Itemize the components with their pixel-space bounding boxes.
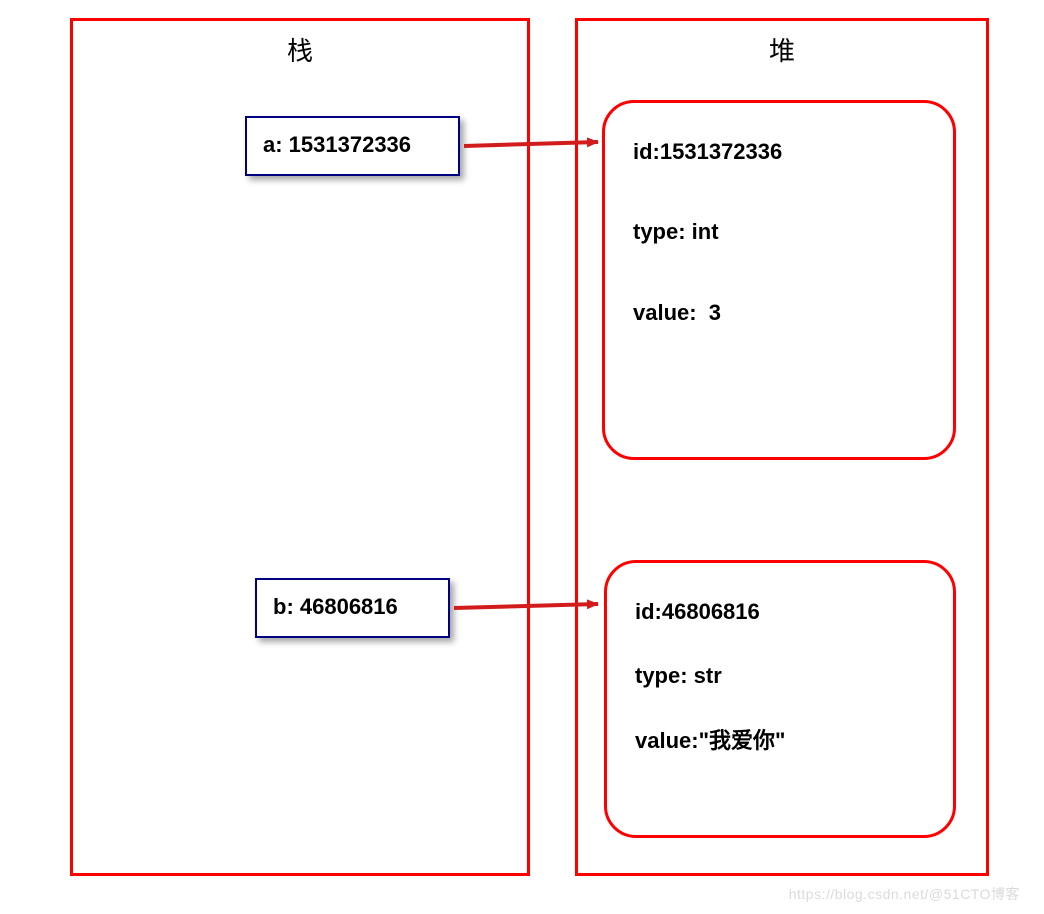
stack-entry-b: b: 46806816 <box>255 578 450 638</box>
heap-title: 堆 <box>578 31 986 68</box>
heap2-value: value:"我爱你" <box>635 728 929 754</box>
heap-object-2: id:46806816 type: str value:"我爱你" <box>604 560 956 838</box>
heap1-id: id:1531372336 <box>633 139 929 165</box>
stack-a-label: a: 1531372336 <box>263 132 411 157</box>
heap1-value: value: 3 <box>633 300 929 326</box>
watermark-text: https://blog.csdn.net/@51CTO博客 <box>789 884 1020 904</box>
heap2-id: id:46806816 <box>635 599 929 625</box>
stack-title: 栈 <box>73 31 527 68</box>
stack-entry-a: a: 1531372336 <box>245 116 460 176</box>
stack-b-label: b: 46806816 <box>273 594 398 619</box>
heap-object-1: id:1531372336 type: int value: 3 <box>602 100 956 460</box>
heap1-type: type: int <box>633 219 929 245</box>
heap2-type: type: str <box>635 663 929 689</box>
